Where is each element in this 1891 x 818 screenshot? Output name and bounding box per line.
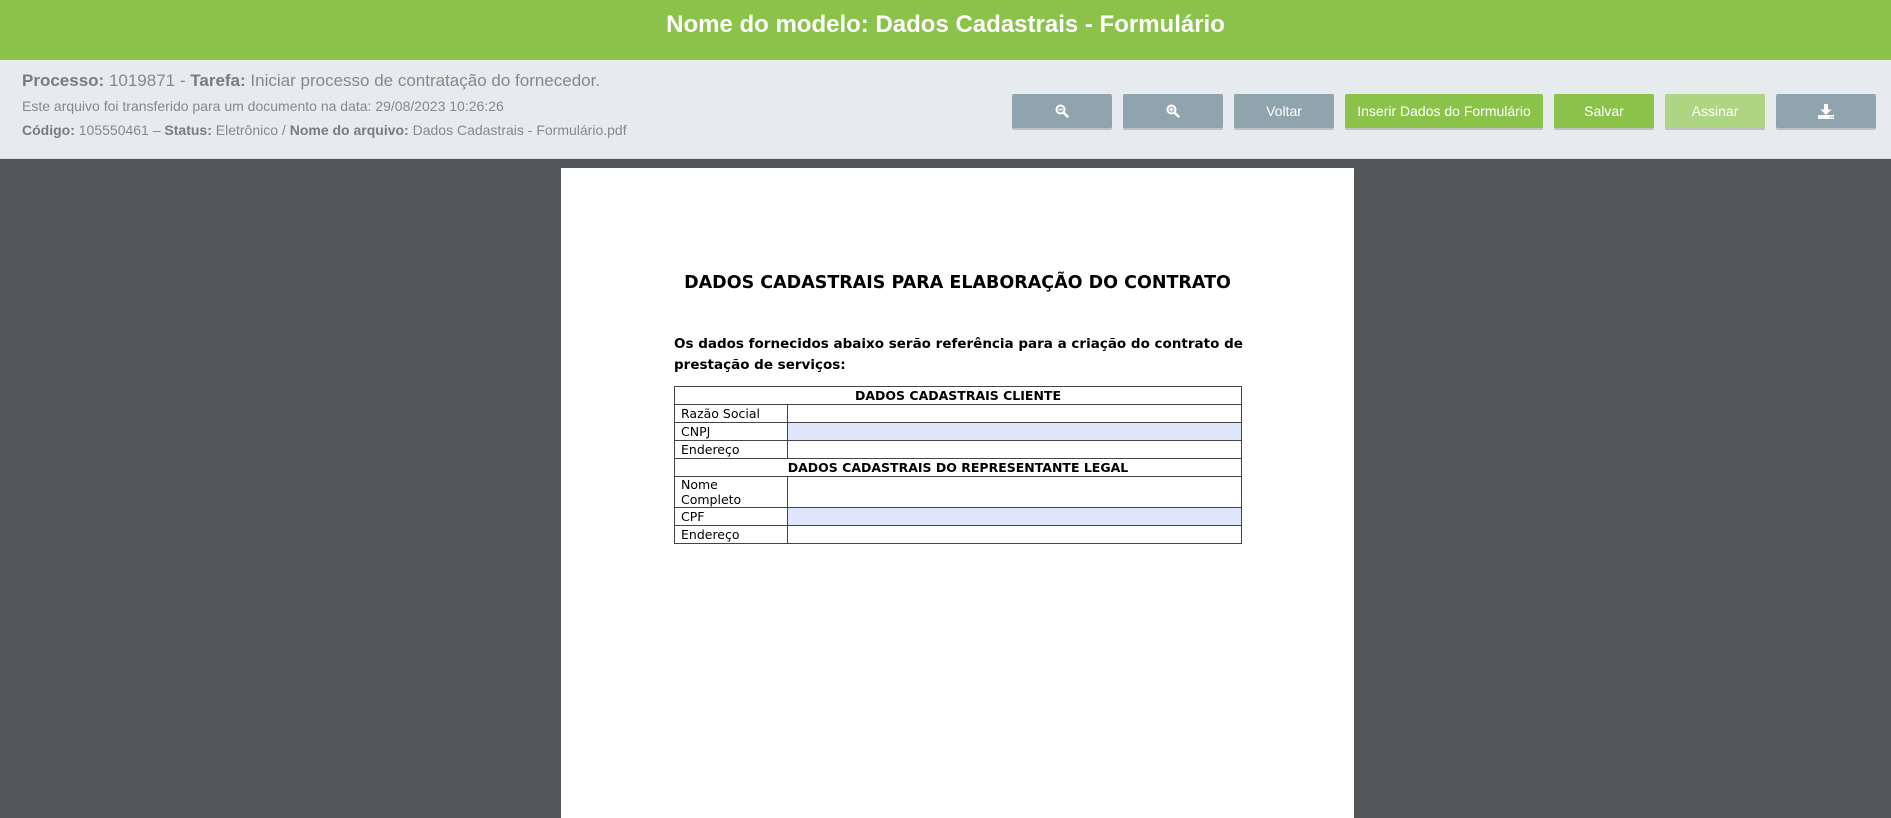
zoom-out-button[interactable] bbox=[1012, 94, 1112, 128]
status-label: Status: bbox=[164, 122, 212, 138]
process-line: Processo: 1019871 - Tarefa: Iniciar proc… bbox=[22, 70, 627, 92]
process-info: Processo: 1019871 - Tarefa: Iniciar proc… bbox=[22, 70, 627, 139]
document-title: DADOS CADASTRAIS PARA ELABORAÇÃO DO CONT… bbox=[684, 273, 1231, 293]
arquivo-label: Nome do arquivo: bbox=[289, 122, 409, 138]
salvar-button[interactable]: Salvar bbox=[1554, 94, 1654, 128]
inserir-dados-button[interactable]: Inserir Dados do Formulário bbox=[1345, 94, 1543, 128]
arquivo-value: Dados Cadastrais - Formulário.pdf bbox=[412, 122, 627, 138]
zoom-in-icon bbox=[1166, 104, 1180, 118]
registration-form-table: DADOS CADASTRAIS CLIENTE Razão Social CN… bbox=[674, 386, 1242, 544]
page-title: Nome do modelo: Dados Cadastrais - Formu… bbox=[666, 11, 1225, 38]
file-details-line: Código: 105550461 – Status: Eletrônico /… bbox=[22, 121, 627, 139]
endereco-cliente-field[interactable] bbox=[787, 440, 1242, 459]
section-cliente-header: DADOS CADASTRAIS CLIENTE bbox=[674, 386, 1242, 405]
download-button[interactable] bbox=[1776, 94, 1876, 128]
cnpj-field[interactable] bbox=[787, 422, 1242, 441]
status-value: Eletrônico / bbox=[215, 122, 286, 138]
toolbar: Voltar Inserir Dados do Formulário Salva… bbox=[1012, 94, 1876, 128]
codigo-value: 105550461 – bbox=[78, 122, 161, 138]
processo-label: Processo: bbox=[22, 71, 105, 90]
transfer-note: Este arquivo foi transferido para um doc… bbox=[22, 98, 504, 114]
razao-social-label: Razão Social bbox=[674, 404, 788, 423]
nome-completo-field[interactable] bbox=[787, 476, 1242, 508]
pdf-viewer[interactable]: DADOS CADASTRAIS PARA ELABORAÇÃO DO CONT… bbox=[0, 159, 1891, 818]
endereco-representante-field[interactable] bbox=[787, 525, 1242, 544]
document-intro: Os dados fornecidos abaixo serão referên… bbox=[674, 336, 1243, 373]
download-icon bbox=[1818, 103, 1834, 119]
cpf-label: CPF bbox=[674, 507, 788, 526]
tarefa-value: Iniciar processo de contratação do forne… bbox=[250, 71, 601, 90]
tarefa-label: Tarefa: bbox=[190, 71, 246, 90]
voltar-button[interactable]: Voltar bbox=[1234, 94, 1334, 128]
processo-value: 1019871 - bbox=[108, 71, 186, 90]
pdf-page: DADOS CADASTRAIS PARA ELABORAÇÃO DO CONT… bbox=[561, 168, 1354, 818]
header-bar: Nome do modelo: Dados Cadastrais - Formu… bbox=[0, 0, 1891, 60]
nome-completo-label: Nome Completo bbox=[674, 476, 788, 508]
endereco-representante-label: Endereço bbox=[674, 525, 788, 544]
cpf-field[interactable] bbox=[787, 507, 1242, 526]
endereco-cliente-label: Endereço bbox=[674, 440, 788, 459]
assinar-button[interactable]: Assinar bbox=[1665, 94, 1765, 128]
zoom-out-icon bbox=[1055, 104, 1069, 118]
codigo-label: Código: bbox=[22, 122, 75, 138]
section-representante-header: DADOS CADASTRAIS DO REPRESENTANTE LEGAL bbox=[674, 458, 1242, 477]
cnpj-label: CNPJ bbox=[674, 422, 788, 441]
zoom-in-button[interactable] bbox=[1123, 94, 1223, 128]
razao-social-field[interactable] bbox=[787, 404, 1242, 423]
